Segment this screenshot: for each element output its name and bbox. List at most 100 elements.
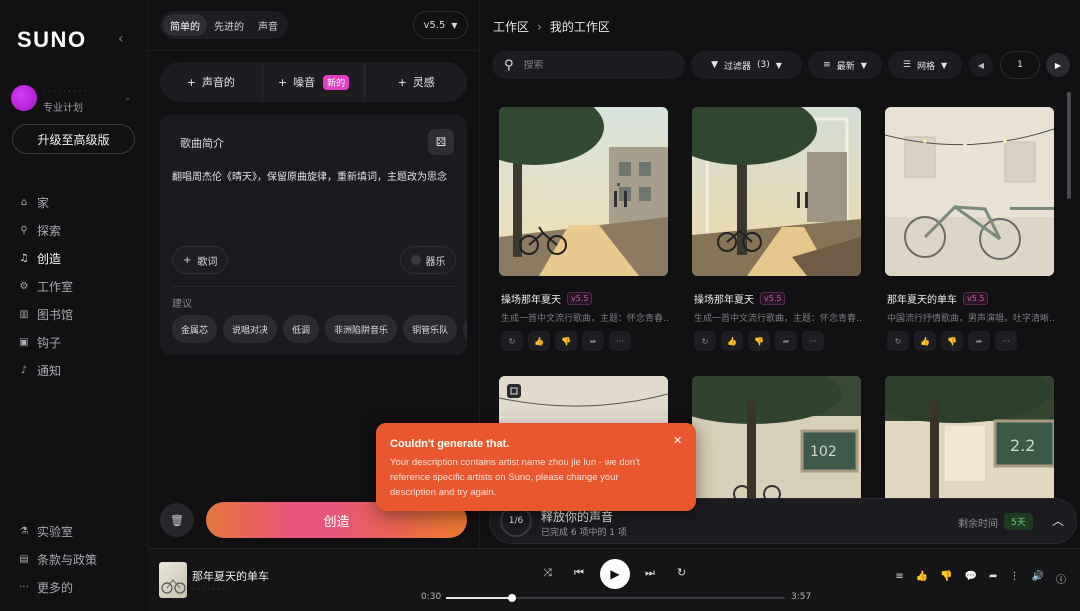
song-title[interactable]: 操场那年夏天 v5.5	[694, 291, 786, 306]
song-card[interactable]: 操场那年夏天 v5.5 生成一首中文流行歌曲，主题：怀念青春… ↻ 👍 👎 ➦ ·…	[499, 107, 669, 351]
search-icon: ⚲	[20, 224, 28, 236]
avatar	[11, 85, 37, 111]
add-inspiration-button[interactable]: + 灵感	[364, 62, 467, 102]
sidebar-item-terms[interactable]: ▤ 条款与政策	[18, 545, 97, 573]
user-menu[interactable]: · · · · · · · · · 专业计划 ⌄	[11, 85, 141, 114]
suggestion-chip[interactable]: 说唱对决	[223, 315, 278, 343]
sidebar-item-more[interactable]: ··· 更多的	[18, 573, 97, 601]
now-playing-title[interactable]: 那年夏天的单车	[192, 568, 269, 584]
sidebar-item-notifications[interactable]: ♪ 通知	[18, 356, 73, 384]
more-icon[interactable]: ···	[995, 331, 1017, 351]
remix-icon[interactable]: ↻	[694, 331, 716, 351]
thumbs-up-icon[interactable]: 👍	[528, 331, 550, 351]
thumbs-down-icon[interactable]: 👎	[940, 571, 952, 586]
queue-icon[interactable]: ≡	[895, 571, 903, 586]
song-cover-image[interactable]	[499, 107, 668, 276]
view-button[interactable]: ☰ 网格 ▼	[888, 51, 962, 79]
close-icon[interactable]: ✕	[673, 434, 682, 447]
song-card[interactable]: 2.2	[885, 376, 1054, 498]
info-icon[interactable]: ⓘ	[1056, 571, 1066, 586]
caret-down-icon: ▼	[940, 60, 948, 70]
more-icon[interactable]: ···	[609, 331, 631, 351]
collapse-sidebar-icon[interactable]: ‹	[118, 31, 124, 47]
tab-simple[interactable]: 简单的	[163, 14, 207, 36]
prev-page-button[interactable]: ◀	[969, 53, 993, 77]
now-playing-cover[interactable]	[159, 562, 187, 598]
instrumental-toggle[interactable]: 器乐	[400, 246, 456, 274]
next-track-icon[interactable]: ⏭	[645, 566, 655, 580]
sidebar-item-explore[interactable]: ⚲ 探索	[18, 216, 73, 244]
suggestion-chip[interactable]: 非洲陷阱音乐	[325, 315, 398, 343]
thumbs-down-icon[interactable]: 👎	[555, 331, 577, 351]
tab-advanced[interactable]: 先进的	[207, 14, 251, 36]
suggestion-chip[interactable]: 低调	[283, 315, 320, 343]
sidebar-item-home[interactable]: ⌂ 家	[18, 188, 73, 216]
more-icon[interactable]: ⋮	[1010, 571, 1020, 586]
comment-icon[interactable]: 💬	[965, 571, 977, 586]
share-icon[interactable]: ➦	[968, 331, 990, 351]
thumbs-up-icon[interactable]: 👍	[914, 331, 936, 351]
song-description-input[interactable]: 翻唱周杰伦《晴天》，保留原曲旋律，重新填词，主题改为思念	[172, 168, 462, 183]
trash-icon[interactable]: 🗑	[160, 503, 194, 537]
song-cover-image[interactable]: 2.2	[885, 376, 1054, 498]
repeat-icon[interactable]: ↻	[677, 566, 686, 579]
play-button[interactable]: ▶	[600, 559, 630, 589]
song-title[interactable]: 操场那年夏天 v5.5	[501, 291, 593, 306]
song-card[interactable]: 操场那年夏天 v5.5 生成一首中文流行歌曲，主题：怀念青春… ↻ 👍 👎 ➦ ·…	[692, 107, 862, 351]
tab-sounds[interactable]: 声音	[251, 14, 285, 36]
song-cover-image[interactable]: 102	[692, 376, 861, 498]
divider	[148, 50, 480, 51]
add-noise-button[interactable]: + 噪音 新的	[261, 62, 365, 102]
volume-icon[interactable]: 🔊	[1032, 571, 1044, 586]
sidebar-item-create[interactable]: ♫ 创造	[18, 244, 73, 272]
remix-icon[interactable]: ↻	[887, 331, 909, 351]
more-icon[interactable]: ···	[802, 331, 824, 351]
song-card[interactable]: 102	[692, 376, 861, 498]
sidebar-item-labs[interactable]: ⚗ 实验室	[18, 517, 97, 545]
toast-message: Your description contains artist name zh…	[390, 457, 640, 498]
version-badge: v5.5	[963, 292, 989, 305]
song-title[interactable]: 那年夏天的单车 v5.5	[887, 291, 989, 306]
random-dice-icon[interactable]: ⚄	[428, 129, 454, 155]
sidebar-item-label: 图书馆	[37, 307, 74, 322]
upgrade-button[interactable]: 升级至高级版	[12, 124, 135, 154]
lyrics-label: 歌词	[197, 256, 218, 268]
previous-track-icon[interactable]: ⏮	[574, 566, 584, 580]
sidebar-item-studio[interactable]: ⚙ 工作室	[18, 272, 74, 300]
suno-logo[interactable]: SUNO	[17, 27, 87, 53]
version-select[interactable]: v5.5 ▼	[413, 11, 468, 39]
sort-button[interactable]: ≡ 最新 ▼	[808, 51, 882, 79]
remix-icon[interactable]: ↻	[501, 331, 523, 351]
sidebar-item-hooks[interactable]: ▣ 钩子	[18, 328, 73, 356]
add-vocal-button[interactable]: + 声音的	[160, 62, 262, 102]
suggestion-chip[interactable]: 铜管乐队	[403, 315, 458, 343]
library-icon: ▥	[19, 308, 29, 320]
studio-icon: ⚙	[19, 280, 29, 292]
flask-icon: ⚗	[19, 525, 29, 537]
share-icon[interactable]: ➦	[989, 571, 997, 586]
thumbs-down-icon[interactable]: 👎	[941, 331, 963, 351]
thumbs-up-icon[interactable]: 👍	[721, 331, 743, 351]
sidebar-item-library[interactable]: ▥ 图书馆	[18, 300, 73, 328]
song-card[interactable]: 那年夏天的单车 v5.5 中国流行抒情歌曲，男声演唱，吐字清晰… ↻ 👍 👎 ➦ …	[885, 107, 1055, 351]
shuffle-icon[interactable]: ⤨	[543, 566, 552, 580]
song-cover-image[interactable]	[692, 107, 861, 276]
playback-progress-slider[interactable]	[446, 594, 785, 602]
song-cover-image[interactable]	[885, 107, 1054, 276]
chevron-up-icon[interactable]: ︿	[1052, 512, 1064, 529]
breadcrumb-workspaces[interactable]: 工作区	[493, 18, 529, 35]
playback-progress-knob[interactable]	[508, 594, 517, 602]
thumbs-up-icon[interactable]: 👍	[916, 571, 928, 586]
sidebar-item-label: 探索	[37, 223, 62, 238]
share-icon[interactable]: ➦	[775, 331, 797, 351]
filter-button[interactable]: ▼ 过滤器 (3) ▼	[691, 51, 802, 79]
search-input[interactable]	[523, 59, 664, 71]
next-page-button[interactable]: ▶	[1046, 53, 1070, 77]
lyrics-button[interactable]: + 歌词	[172, 246, 229, 274]
share-icon[interactable]: ➦	[582, 331, 604, 351]
thumbs-down-icon[interactable]: 👎	[748, 331, 770, 351]
suggestion-chip[interactable]: …	[463, 315, 467, 343]
scrollbar[interactable]	[1067, 92, 1071, 199]
page-number-input[interactable]: 1	[1000, 51, 1040, 79]
suggestion-chip[interactable]: 金属芯	[172, 315, 218, 343]
